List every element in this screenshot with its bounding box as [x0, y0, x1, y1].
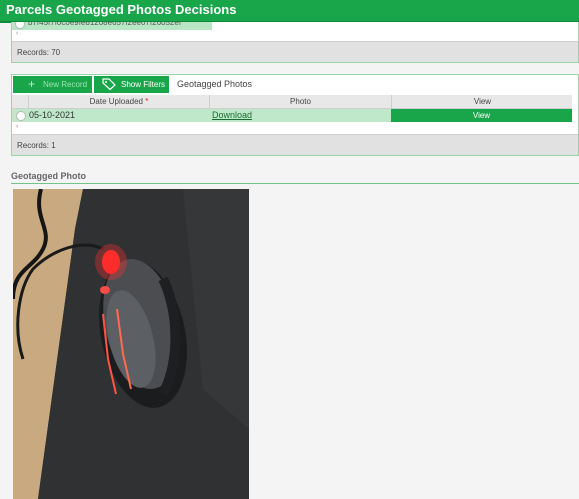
row-select-radio[interactable] [16, 111, 26, 121]
date-uploaded-cell: 05-10-2021 [29, 110, 76, 120]
mouse-photo-illustration [13, 189, 249, 499]
tag-icon [102, 78, 116, 90]
geotagged-photo-image[interactable] [13, 189, 249, 499]
records-footer: Records: 70 [12, 41, 578, 62]
scroll-left-arrow[interactable]: ‹ [16, 30, 18, 37]
show-filters-button[interactable]: Show Filters [94, 76, 169, 93]
column-header-label: Date Uploaded [89, 97, 143, 106]
new-record-label: New Record [43, 80, 88, 89]
records-footer: Records: 1 [12, 134, 578, 155]
tab-geotagged-photos[interactable]: Geotagged Photos [177, 79, 252, 89]
section-divider [11, 183, 579, 184]
records-count: Records: 1 [17, 141, 56, 150]
new-record-button[interactable]: + New Record [13, 76, 92, 93]
table-header: Date Uploaded * Photo View [12, 95, 572, 109]
previous-grid-panel: b7f45f7f0c0e9fe81208e657f2ee07f26052ef ‹… [11, 22, 579, 63]
page-title: Parcels Geotagged Photos Decisions [6, 2, 237, 17]
download-link[interactable]: Download [212, 109, 252, 122]
records-count: Records: 70 [17, 48, 61, 57]
scroll-left-arrow[interactable]: ‹ [16, 123, 18, 130]
row-id-text: b7f45f7f0c0e9fe81208e657f2ee07f26052ef [28, 22, 182, 27]
page-header: Parcels Geotagged Photos Decisions [0, 0, 579, 23]
column-header-view[interactable]: View [391, 95, 573, 108]
grid-toolbar: + New Record Show Filters Geotagged Phot… [12, 75, 578, 93]
section-title-geotagged-photo: Geotagged Photo [11, 171, 86, 181]
show-filters-label: Show Filters [121, 80, 166, 89]
select-column-header [12, 95, 28, 108]
table-row[interactable]: b7f45f7f0c0e9fe81208e657f2ee07f26052ef [12, 22, 212, 30]
required-indicator: * [145, 97, 149, 106]
table-row[interactable]: 05-10-2021 Download View [12, 109, 572, 122]
geotagged-photos-panel: + New Record Show Filters Geotagged Phot… [11, 74, 579, 156]
plus-icon: + [28, 77, 36, 91]
column-header-photo[interactable]: Photo [209, 95, 391, 108]
row-select-radio[interactable] [15, 22, 25, 29]
column-header-date-uploaded[interactable]: Date Uploaded * [28, 95, 209, 108]
view-button[interactable]: View [391, 109, 572, 122]
